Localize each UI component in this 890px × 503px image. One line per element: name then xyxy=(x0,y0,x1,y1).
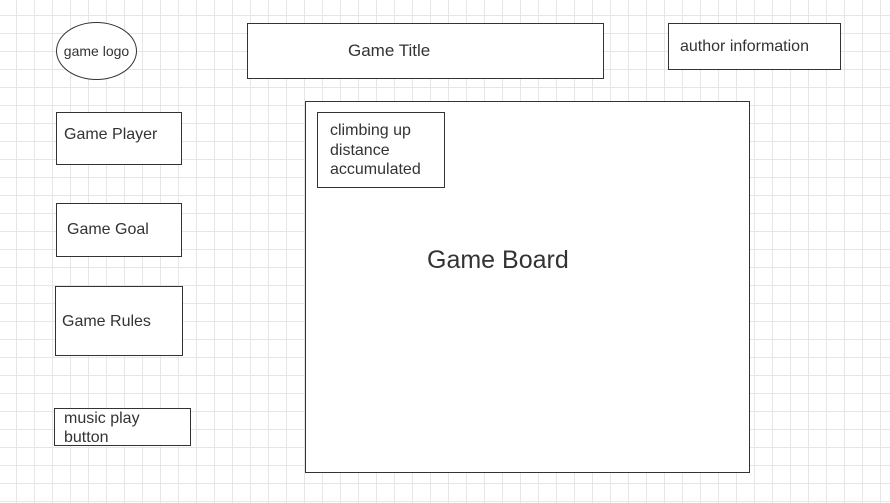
music-play-button-label: music play button xyxy=(64,410,140,446)
game-title-label: Game Title xyxy=(348,41,431,60)
distance-counter-box: climbing up distance accumulated xyxy=(317,112,445,188)
game-rules-box: Game Rules xyxy=(55,286,183,356)
game-goal-label: Game Goal xyxy=(67,221,149,238)
game-player-label: Game Player xyxy=(64,126,158,143)
author-information-box: author information xyxy=(668,23,841,70)
game-goal-box: Game Goal xyxy=(56,203,182,257)
author-information-label: author information xyxy=(680,38,809,55)
music-play-button[interactable]: music play button xyxy=(54,408,191,446)
distance-counter-label: climbing up distance accumulated xyxy=(330,122,421,178)
game-board-label: Game Board xyxy=(427,246,569,274)
game-board: climbing up distance accumulated Game Bo… xyxy=(305,101,750,473)
game-title-box: Game Title xyxy=(247,23,604,79)
game-player-box: Game Player xyxy=(56,112,182,165)
game-rules-label: Game Rules xyxy=(62,313,151,330)
game-logo-label: game logo xyxy=(63,43,130,59)
game-logo: game logo xyxy=(56,22,137,80)
